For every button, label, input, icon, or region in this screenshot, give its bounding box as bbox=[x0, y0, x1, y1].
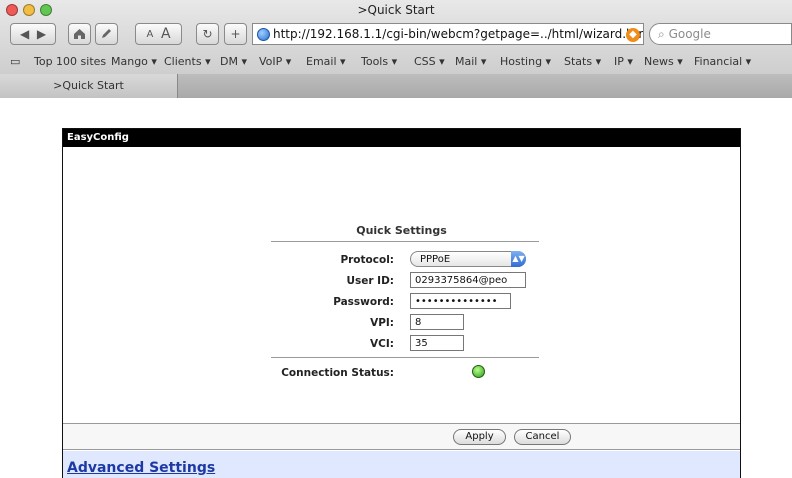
quick-settings-panel: Quick Settings Protocol: PPPoE ▲▼ User I… bbox=[63, 147, 740, 423]
bookmark-tools[interactable]: Tools ▾ bbox=[361, 55, 397, 68]
browser-toolbar: ◀ ▶ A A ↻ + http://192.168.1.1/cgi-bin/w… bbox=[0, 20, 792, 48]
tab-bar: >Quick Start bbox=[0, 74, 792, 98]
title-bar: >Quick Start bbox=[0, 0, 792, 20]
edit-button[interactable] bbox=[95, 23, 118, 45]
browser-chrome: >Quick Start ◀ ▶ A A ↻ + http://192.168.… bbox=[0, 0, 792, 98]
rss-icon[interactable]: ◆ bbox=[626, 28, 640, 42]
forward-icon[interactable]: ▶ bbox=[37, 27, 46, 41]
reload-icon: ↻ bbox=[202, 27, 213, 41]
bookmark-mango[interactable]: Mango ▾ bbox=[111, 55, 157, 68]
page-title: EasyConfig bbox=[63, 129, 740, 147]
add-bookmark-button[interactable]: + bbox=[224, 23, 247, 45]
reload-button[interactable]: ↻ bbox=[196, 23, 219, 45]
vpi-label: VPI: bbox=[370, 317, 394, 329]
password-label: Password: bbox=[333, 296, 394, 308]
bottom-divider bbox=[271, 357, 539, 358]
bookmark-top-100-sites[interactable]: Top 100 sites bbox=[34, 55, 106, 68]
chevron-up-down-icon: ▲▼ bbox=[511, 251, 526, 267]
protocol-select[interactable]: PPPoE ▲▼ bbox=[410, 251, 526, 267]
bookmark-css[interactable]: CSS ▾ bbox=[414, 55, 445, 68]
bookmark-ip[interactable]: IP ▾ bbox=[614, 55, 633, 68]
pencil-icon bbox=[102, 29, 111, 38]
search-field[interactable]: ⌕ Google bbox=[649, 23, 792, 45]
bookmark-hosting[interactable]: Hosting ▾ bbox=[500, 55, 551, 68]
cancel-button[interactable]: Cancel bbox=[514, 429, 571, 445]
bookmark-voip[interactable]: VoIP ▾ bbox=[259, 55, 291, 68]
bookmark-mail[interactable]: Mail ▾ bbox=[455, 55, 486, 68]
address-bar[interactable]: http://192.168.1.1/cgi-bin/webcm?getpage… bbox=[252, 23, 644, 45]
protocol-label: Protocol: bbox=[340, 254, 394, 266]
bookmarks-bar: ▭ Top 100 sites Mango ▾ Clients ▾ DM ▾ V… bbox=[0, 50, 792, 72]
protocol-value: PPPoE bbox=[420, 254, 451, 265]
vpi-input[interactable]: 8 bbox=[410, 314, 464, 330]
bookmark-news[interactable]: News ▾ bbox=[644, 55, 683, 68]
bookmark-clients[interactable]: Clients ▾ bbox=[164, 55, 211, 68]
globe-icon bbox=[257, 28, 270, 41]
plus-icon: + bbox=[230, 27, 241, 41]
advanced-settings-bar: Advanced Settings bbox=[63, 451, 740, 478]
vci-label: VCI: bbox=[370, 338, 394, 350]
bookmark-dm[interactable]: DM ▾ bbox=[220, 55, 247, 68]
text-smaller-button[interactable]: A bbox=[146, 29, 153, 40]
bookmark-stats[interactable]: Stats ▾ bbox=[564, 55, 601, 68]
section-title: Quick Settings bbox=[356, 224, 447, 237]
text-size-buttons[interactable]: A A bbox=[135, 23, 182, 45]
user-id-input[interactable]: 0293375864@peo bbox=[410, 272, 526, 288]
bookmark-financial[interactable]: Financial ▾ bbox=[694, 55, 751, 68]
form-actions: Apply Cancel bbox=[63, 423, 740, 450]
top-divider bbox=[271, 241, 539, 242]
text-larger-button[interactable]: A bbox=[161, 26, 171, 42]
user-id-label: User ID: bbox=[346, 275, 394, 287]
back-icon[interactable]: ◀ bbox=[20, 27, 29, 41]
window-title: >Quick Start bbox=[357, 3, 435, 17]
home-icon bbox=[74, 29, 85, 39]
apply-button[interactable]: Apply bbox=[453, 429, 506, 445]
easyconfig-page: EasyConfig Quick Settings Protocol: PPPo… bbox=[62, 128, 741, 478]
back-forward-buttons[interactable]: ◀ ▶ bbox=[10, 23, 56, 45]
book-icon[interactable]: ▭ bbox=[10, 55, 20, 68]
password-input[interactable]: •••••••••••••• bbox=[410, 293, 511, 309]
home-button[interactable] bbox=[68, 23, 91, 45]
connection-status-label: Connection Status: bbox=[281, 367, 394, 379]
bookmark-email[interactable]: Email ▾ bbox=[306, 55, 346, 68]
url-text: http://192.168.1.1/cgi-bin/webcm?getpage… bbox=[273, 27, 644, 41]
connection-status-indicator bbox=[472, 365, 485, 378]
tab-quick-start[interactable]: >Quick Start bbox=[0, 74, 178, 98]
vci-input[interactable]: 35 bbox=[410, 335, 464, 351]
search-icon: ⌕ bbox=[658, 27, 665, 41]
search-placeholder: Google bbox=[668, 27, 711, 41]
advanced-settings-link[interactable]: Advanced Settings bbox=[67, 460, 215, 476]
